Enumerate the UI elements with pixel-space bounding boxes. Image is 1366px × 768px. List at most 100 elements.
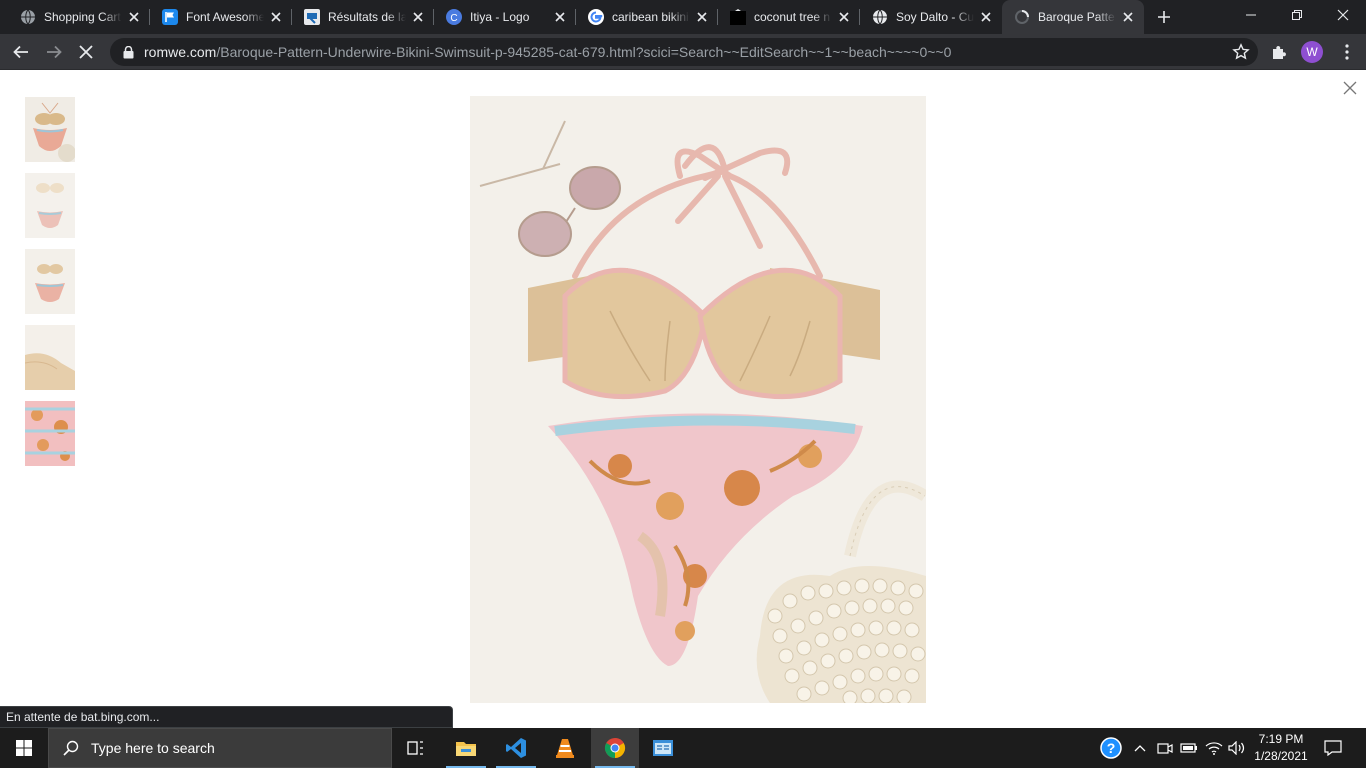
plus-icon [1158, 11, 1170, 23]
battery-icon[interactable] [1178, 728, 1200, 768]
svg-text:C: C [450, 13, 457, 24]
close-window-button[interactable] [1320, 0, 1366, 30]
tab-title: caribean bikini [612, 10, 689, 24]
meet-now-icon[interactable] [1155, 728, 1175, 768]
chrome-button[interactable] [591, 728, 639, 768]
bookmark-star-icon[interactable] [1232, 43, 1250, 61]
c-logo-icon: C [446, 9, 462, 25]
browser-toolbar: romwe.com/Baroque-Pattern-Underwire-Biki… [0, 34, 1366, 70]
tab-title: Itiya - Logo [470, 10, 530, 24]
clock-time: 7:19 PM [1258, 732, 1304, 746]
restore-icon [1292, 10, 1302, 20]
loading-icon [1014, 9, 1030, 25]
more-vert-icon [1345, 44, 1349, 60]
thumbnail-list [25, 97, 75, 477]
tab-title: Résultats de la [328, 10, 406, 24]
profile-avatar[interactable]: W [1301, 41, 1323, 63]
close-tab-icon[interactable] [410, 9, 426, 25]
control-panel-button[interactable] [639, 728, 687, 768]
close-tab-icon[interactable] [978, 9, 994, 25]
chevron-up-icon[interactable] [1130, 728, 1150, 768]
vlc-button[interactable] [541, 728, 589, 768]
url-text[interactable]: romwe.com/Baroque-Pattern-Underwire-Biki… [144, 44, 951, 60]
thumbnail-4[interactable] [25, 325, 75, 390]
svg-text:?: ? [1107, 740, 1116, 756]
close-tab-icon[interactable] [126, 9, 142, 25]
notifications-icon[interactable] [1318, 728, 1348, 768]
google-icon [588, 9, 604, 25]
tab-coconut-tree[interactable]: coconut tree n [718, 0, 860, 34]
close-tab-icon[interactable] [694, 9, 710, 25]
file-explorer-button[interactable] [442, 728, 490, 768]
task-view-button[interactable] [392, 728, 440, 768]
close-tab-icon[interactable] [268, 9, 284, 25]
arrow-left-icon [13, 45, 28, 59]
product-image-viewer [0, 71, 1366, 728]
thumbnail-3[interactable] [25, 249, 75, 314]
globe-icon [20, 9, 36, 25]
product-main-image [470, 96, 926, 703]
globe-icon [872, 9, 888, 25]
windows-logo-icon [16, 740, 32, 756]
search-icon [63, 740, 79, 756]
tab-strip: Shopping Cart Font Awesome Résultats de … [0, 0, 1366, 34]
tab-font-awesome[interactable]: Font Awesome [150, 0, 292, 34]
tab-soy-dalto[interactable]: Soy Dalto - Cu [860, 0, 1002, 34]
close-tab-icon[interactable] [836, 9, 852, 25]
back-button[interactable] [6, 37, 36, 67]
tab-title: Soy Dalto - Cu [896, 10, 974, 24]
close-tab-icon[interactable] [552, 9, 568, 25]
tab-itiya-logo[interactable]: C Itiya - Logo [434, 0, 576, 34]
image-search-icon [304, 9, 320, 25]
taskbar-search-input[interactable]: Type here to search [48, 728, 392, 768]
url-path: /Baroque-Pattern-Underwire-Bikini-Swimsu… [216, 44, 952, 60]
thumbnail-1[interactable] [25, 97, 75, 162]
tab-title: coconut tree n [754, 10, 831, 24]
close-icon [79, 45, 93, 59]
url-host: romwe.com [144, 44, 217, 60]
new-tab-button[interactable] [1150, 5, 1178, 29]
close-viewer-button[interactable] [1341, 79, 1359, 97]
black-square-icon [730, 9, 746, 25]
minimize-button[interactable] [1228, 0, 1274, 30]
folder-icon [456, 742, 476, 756]
tab-shopping-cart[interactable]: Shopping Cart [8, 0, 150, 34]
vlc-cone-icon [556, 739, 574, 758]
close-icon [1343, 81, 1357, 95]
extensions-button[interactable] [1264, 37, 1294, 67]
forward-button[interactable] [39, 37, 69, 67]
windows-taskbar: Type here to search ? 7:19 PM 1/28/2021 [0, 728, 1366, 768]
chrome-icon [604, 737, 626, 759]
window-app-icon [653, 740, 673, 756]
tab-caribean-bikini[interactable]: caribean bikini [576, 0, 718, 34]
tab-title: Shopping Cart [44, 10, 121, 24]
flag-icon [162, 9, 178, 25]
clock-date: 1/28/2021 [1254, 749, 1308, 763]
lock-icon[interactable] [121, 45, 135, 59]
task-view-icon [407, 741, 423, 755]
tab-resultats[interactable]: Résultats de la [292, 0, 434, 34]
menu-button[interactable] [1332, 37, 1362, 67]
volume-icon[interactable] [1226, 728, 1248, 768]
wifi-icon[interactable] [1203, 728, 1225, 768]
minimize-icon [1246, 14, 1256, 16]
search-placeholder: Type here to search [91, 740, 215, 756]
help-icon[interactable]: ? [1098, 728, 1124, 768]
tab-title: Baroque Patter [1038, 10, 1116, 24]
status-bubble: En attente de bat.bing.com... [0, 706, 453, 728]
status-text: En attente de bat.bing.com... [6, 710, 160, 724]
stop-loading-button[interactable] [71, 37, 101, 67]
close-tab-icon[interactable] [1120, 9, 1136, 25]
address-bar[interactable]: romwe.com/Baroque-Pattern-Underwire-Biki… [110, 38, 1258, 66]
system-clock[interactable]: 7:19 PM 1/28/2021 [1252, 731, 1310, 765]
vscode-icon [506, 738, 526, 758]
thumbnail-2[interactable] [25, 173, 75, 238]
restore-button[interactable] [1274, 0, 1320, 30]
start-button[interactable] [0, 728, 48, 768]
thumbnail-5[interactable] [25, 401, 75, 466]
tab-baroque-pattern[interactable]: Baroque Patter [1002, 0, 1144, 34]
vscode-button[interactable] [492, 728, 540, 768]
tab-title: Font Awesome [186, 10, 264, 24]
close-icon [1337, 9, 1349, 21]
arrow-right-icon [47, 45, 62, 59]
